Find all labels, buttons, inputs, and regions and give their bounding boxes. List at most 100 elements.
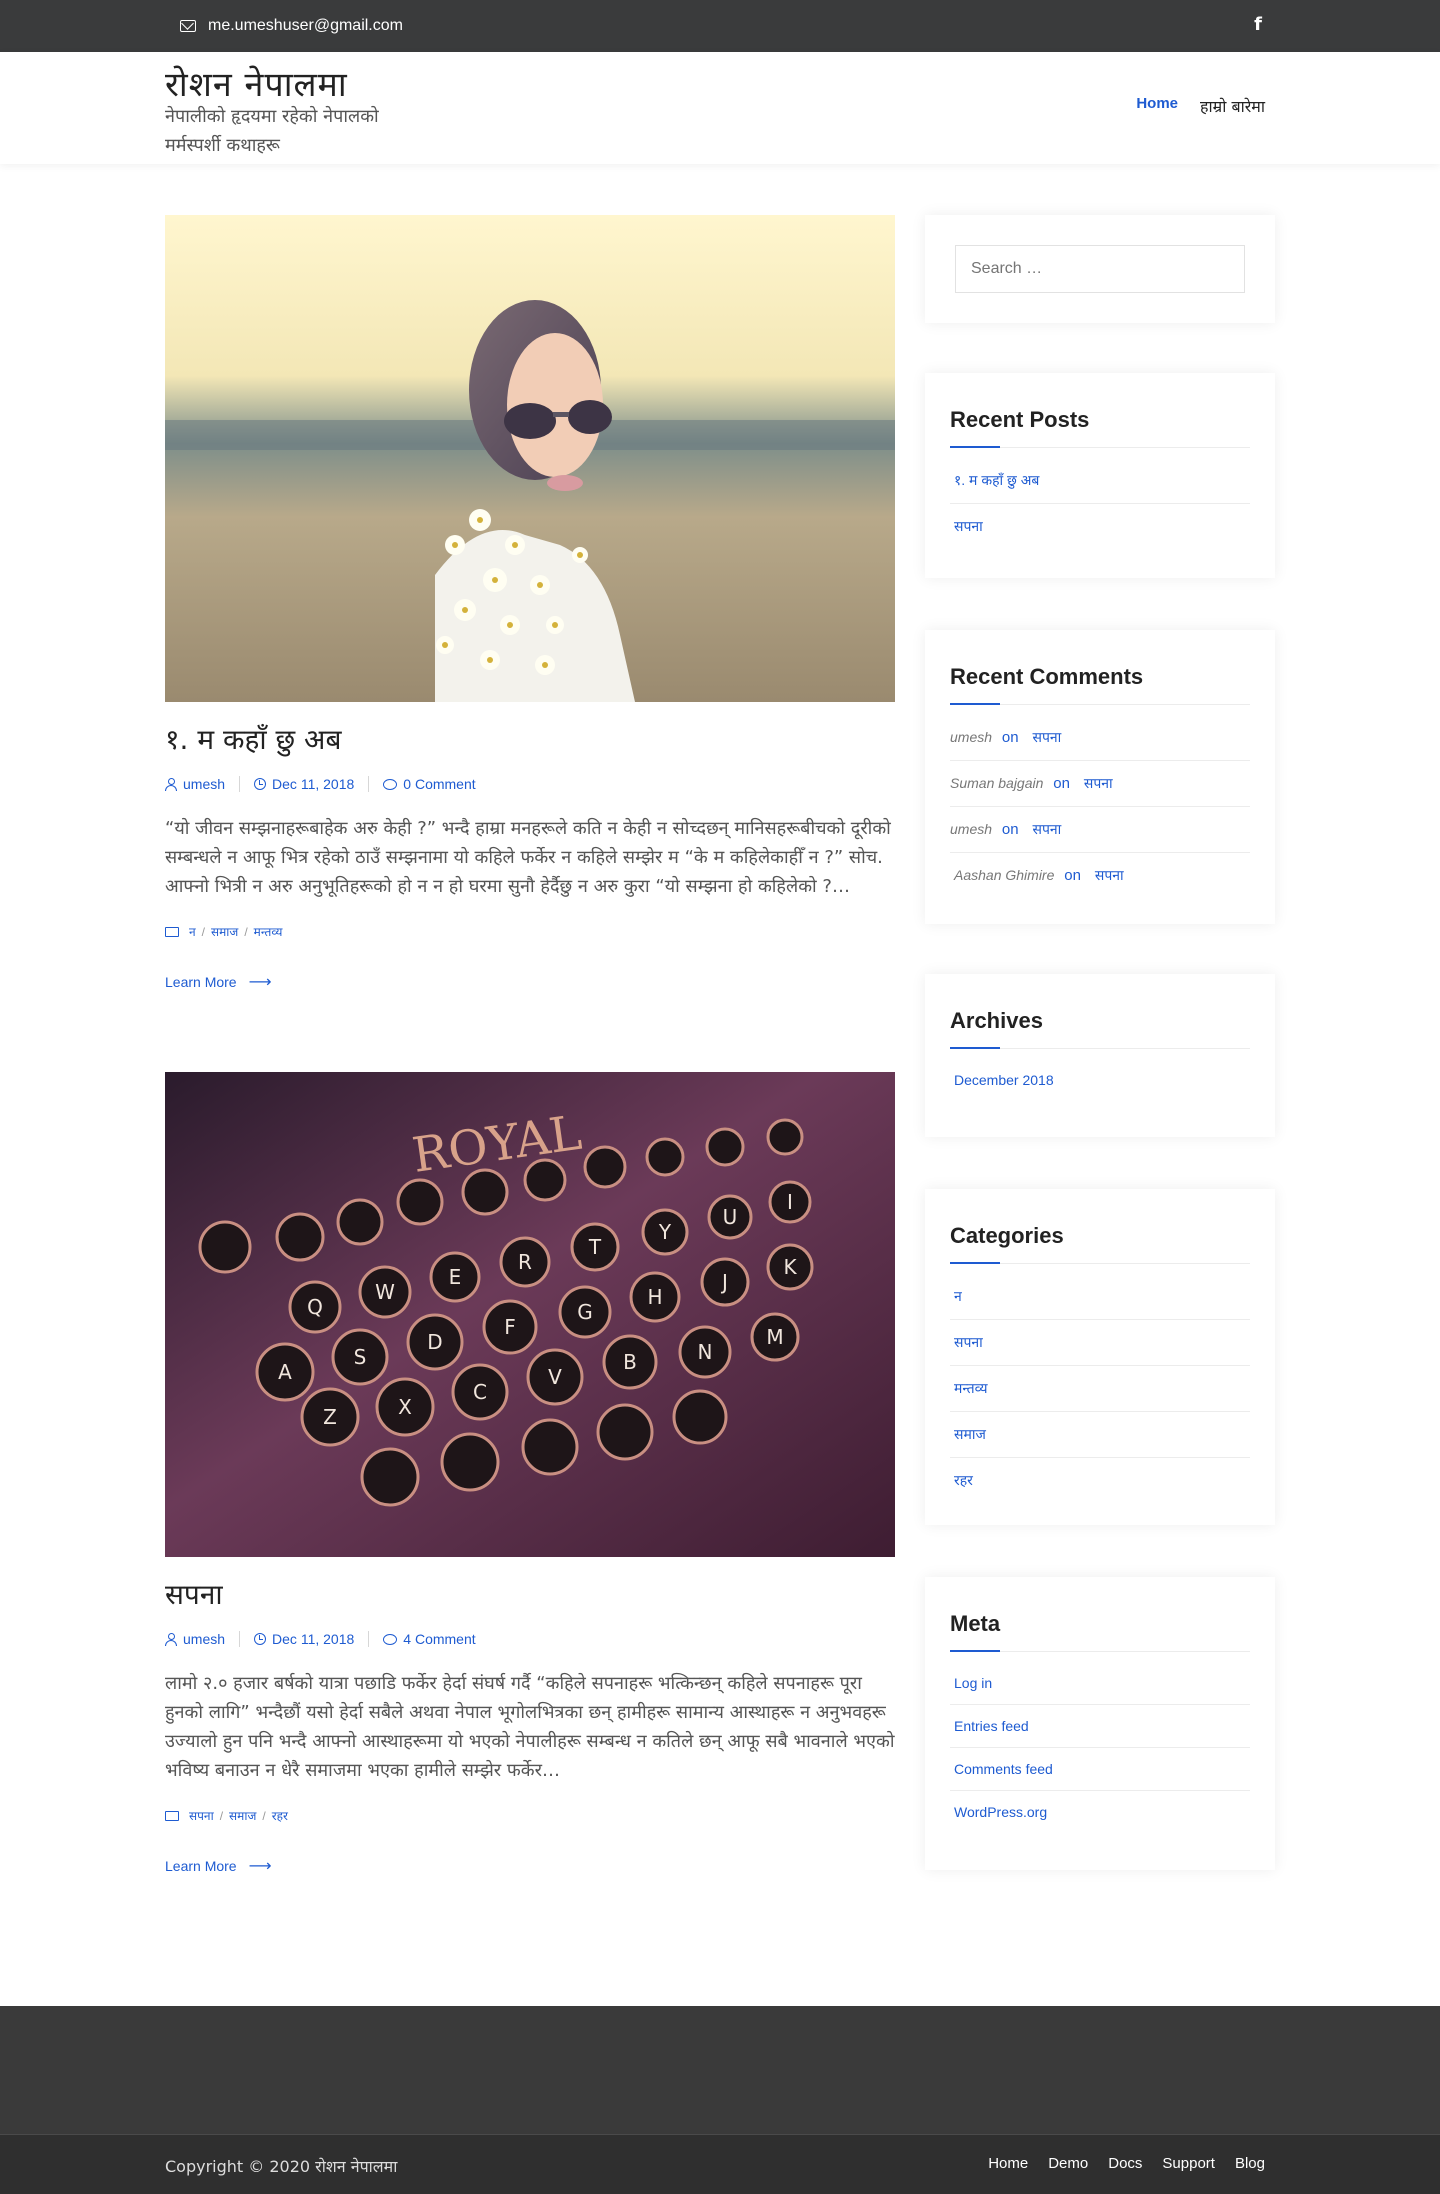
post-comments[interactable]: 0 Comment [383, 776, 476, 792]
footer-nav: Home Demo Docs Support Blog [988, 2155, 1265, 2172]
meta-divider [368, 1631, 370, 1647]
category-link[interactable]: समाज [229, 1807, 256, 1824]
post-card: १. म कहाँ छु अब umesh Dec 11, 2018 0 Com… [165, 215, 895, 992]
post-meta: umesh Dec 11, 2018 4 Comment [165, 1631, 895, 1647]
slash-separator: / [201, 924, 206, 939]
comment-on-text: on [1001, 821, 1019, 838]
folder-icon [165, 1810, 179, 1821]
widget-title: Recent Comments [950, 664, 1250, 705]
meta-link[interactable]: Comments feed [954, 1761, 1053, 1777]
widget-title: Meta [950, 1611, 1250, 1652]
recent-post-link[interactable]: १. म कहाँ छु अब [954, 472, 1039, 488]
post-comments[interactable]: 4 Comment [383, 1631, 476, 1647]
site-title[interactable]: रोशन नेपालमा [165, 60, 348, 106]
post-thumbnail[interactable] [165, 215, 895, 702]
svg-text:K: K [783, 1255, 797, 1279]
copyright-text: Copyright © 2020 रोशन नेपालमा [165, 2157, 398, 2176]
meta-link[interactable]: Entries feed [954, 1718, 1029, 1734]
search-input[interactable] [955, 245, 1245, 293]
category-link[interactable]: सपना [189, 1807, 214, 1824]
comment-item: Aashan Ghimire on सपना [950, 853, 1250, 898]
footer-nav-blog[interactable]: Blog [1235, 2155, 1265, 2172]
nav-home[interactable]: Home [1136, 95, 1178, 117]
post-title[interactable]: सपना [165, 1575, 895, 1613]
widget-title: Recent Posts [950, 407, 1250, 448]
svg-text:M: M [766, 1325, 783, 1349]
folder-icon [165, 926, 179, 937]
meta-link[interactable]: WordPress.org [954, 1804, 1047, 1820]
comment-post-link[interactable]: सपना [1033, 821, 1062, 837]
learn-more-link[interactable]: Learn More ⟶ [165, 1856, 272, 1876]
archive-link[interactable]: December 2018 [954, 1072, 1054, 1088]
post-author[interactable]: umesh [165, 1631, 225, 1647]
comment-count: 0 Comment [403, 776, 476, 792]
comment-author-link[interactable]: Aashan Ghimire [954, 867, 1054, 883]
category-item: मन्तव्य [950, 1366, 1250, 1412]
comment-post-link[interactable]: सपना [1033, 729, 1062, 745]
category-item: न [950, 1274, 1250, 1320]
post-date[interactable]: Dec 11, 2018 [254, 776, 354, 792]
comment-post-link[interactable]: सपना [1095, 867, 1124, 883]
author-name: umesh [183, 1631, 226, 1647]
nav-about[interactable]: हाम्रो बारेमा [1200, 95, 1265, 117]
comment-author: Suman bajgain [950, 775, 1044, 791]
archive-item: December 2018 [950, 1059, 1250, 1101]
svg-text:U: U [723, 1205, 738, 1229]
category-link[interactable]: मन्तव्य [954, 1380, 988, 1396]
post-thumbnail[interactable]: ROYAL QWERTYUI ASDFGHJK Z XCVB NM [165, 1072, 895, 1557]
recent-post-item: १. म कहाँ छु अब [950, 458, 1250, 504]
email-contact[interactable]: me.umeshuser@gmail.com [180, 14, 403, 38]
email-text: me.umeshuser@gmail.com [208, 17, 403, 34]
date-text: Dec 11, 2018 [272, 1631, 355, 1647]
topbar: me.umeshuser@gmail.com f [0, 0, 1440, 52]
arrow-right-icon: ⟶ [248, 1858, 272, 1875]
svg-text:C: C [473, 1380, 487, 1404]
widget-title: Categories [950, 1223, 1250, 1264]
svg-text:I: I [787, 1190, 793, 1214]
comment-on-text: on [1001, 729, 1019, 746]
learn-more-label: Learn More [165, 974, 237, 990]
svg-text:D: D [427, 1330, 442, 1354]
footer-nav-support[interactable]: Support [1162, 2155, 1215, 2172]
footer-nav-docs[interactable]: Docs [1108, 2155, 1142, 2172]
widget-title: Archives [950, 1008, 1250, 1049]
recent-posts-widget: Recent Posts १. म कहाँ छु अब सपना [925, 373, 1275, 578]
category-link[interactable]: समाज [954, 1426, 986, 1442]
learn-more-link[interactable]: Learn More ⟶ [165, 972, 272, 992]
svg-text:F: F [504, 1315, 516, 1339]
category-link[interactable]: समाज [211, 923, 238, 940]
comment-on-text: on [1053, 775, 1070, 792]
category-link[interactable]: न [954, 1288, 962, 1304]
meta-divider [239, 1631, 241, 1647]
meta-link[interactable]: Log in [954, 1675, 992, 1691]
comment-item: umesh on सपना [950, 715, 1250, 761]
post-date[interactable]: Dec 11, 2018 [254, 1631, 354, 1647]
footer-nav-demo[interactable]: Demo [1048, 2155, 1088, 2172]
category-item: सपना [950, 1320, 1250, 1366]
category-link[interactable]: सपना [954, 1334, 983, 1350]
post-title[interactable]: १. म कहाँ छु अब [165, 720, 895, 758]
user-icon [165, 1633, 177, 1646]
archives-widget: Archives December 2018 [925, 974, 1275, 1137]
comment-on-text: on [1064, 867, 1081, 884]
search-widget [925, 215, 1275, 323]
category-link[interactable]: रहर [272, 1807, 288, 1824]
facebook-icon[interactable]: f [1254, 14, 1262, 35]
site-header: रोशन नेपालमा नेपालीको हृदयमा रहेको नेपाल… [0, 52, 1440, 164]
category-link[interactable]: रहर [954, 1472, 973, 1488]
post-meta: umesh Dec 11, 2018 0 Comment [165, 776, 895, 792]
slash-separator: / [219, 1808, 224, 1823]
footer-nav-home[interactable]: Home [988, 2155, 1028, 2172]
comment-icon [383, 778, 398, 790]
category-link[interactable]: मन्तव्य [254, 923, 283, 940]
category-link[interactable]: न [189, 923, 196, 940]
comment-author: umesh [950, 729, 993, 745]
recent-post-item: सपना [950, 504, 1250, 549]
main-nav: Home हाम्रो बारेमा [1136, 95, 1265, 117]
recent-post-link[interactable]: सपना [954, 518, 983, 534]
category-item: समाज [950, 1412, 1250, 1458]
comment-post-link[interactable]: सपना [1084, 775, 1113, 791]
meta-item: WordPress.org [950, 1791, 1250, 1833]
svg-text:R: R [518, 1250, 532, 1274]
post-author[interactable]: umesh [165, 776, 225, 792]
